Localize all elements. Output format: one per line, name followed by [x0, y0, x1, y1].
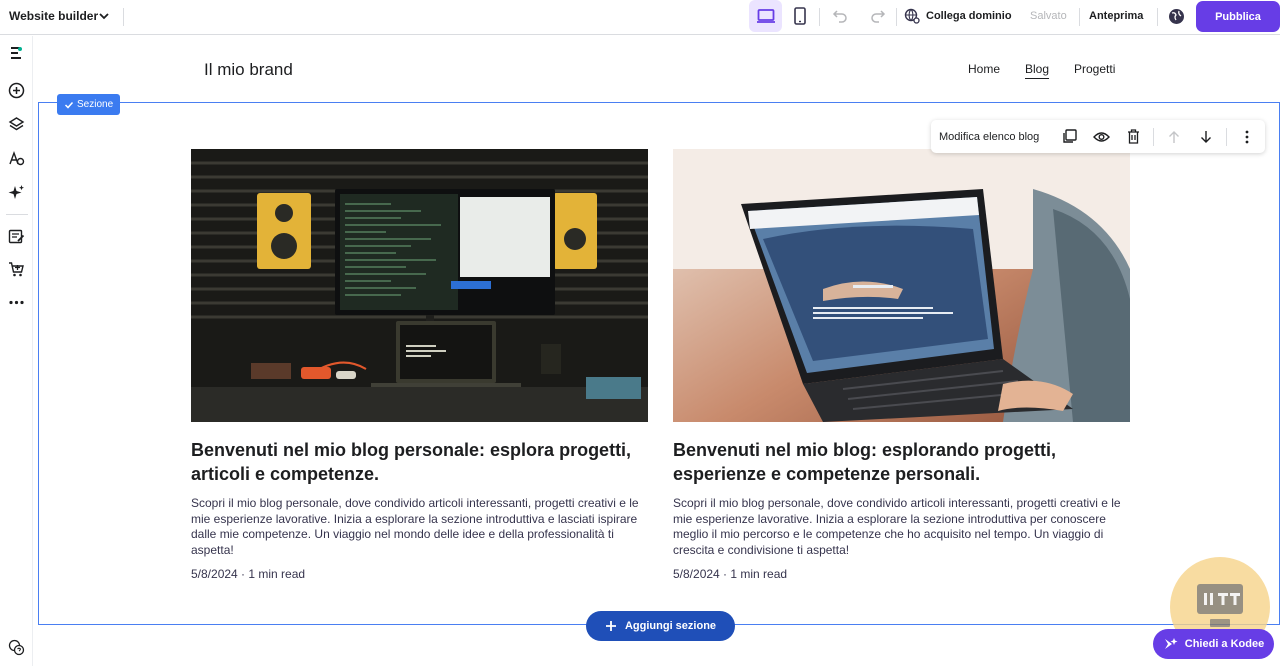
store-icon[interactable] [6, 259, 26, 279]
desktop-view-button[interactable] [749, 0, 782, 32]
styles-icon[interactable] [6, 148, 26, 168]
logo-icon[interactable] [6, 43, 26, 63]
editor-canvas: Il mio brand Home Blog Progetti Sezione [38, 36, 1280, 666]
globe-icon [1168, 8, 1184, 24]
connect-domain-label: Collega dominio [926, 10, 1012, 22]
connect-domain-button[interactable]: Collega dominio [904, 0, 1012, 32]
toolbar-divider [1226, 127, 1228, 146]
saved-status: Salvato [1030, 10, 1067, 22]
toolbar-divider [1079, 8, 1080, 26]
desktop-icon [756, 9, 775, 23]
toolbar-divider [1153, 127, 1155, 146]
toolbar-divider [819, 8, 820, 26]
section-badge-label: Sezione [77, 99, 114, 110]
arrow-up-icon[interactable] [1158, 120, 1190, 153]
more-vertical-icon[interactable] [1231, 120, 1263, 153]
add-section-label: Aggiungi sezione [624, 620, 717, 632]
help-icon[interactable] [6, 637, 26, 657]
app-title[interactable]: Website builder [9, 9, 98, 23]
ai-sparkle-icon[interactable] [6, 182, 26, 202]
publish-button[interactable]: Pubblica [1196, 1, 1280, 32]
preview-button[interactable]: Anteprima [1089, 0, 1143, 32]
undo-button[interactable] [826, 0, 854, 32]
blog-post-meta: 5/8/2024 · 1 min read [191, 567, 306, 581]
blog-icon[interactable] [6, 226, 26, 246]
toolbar-divider [896, 8, 897, 26]
globe-settings-icon [904, 8, 920, 24]
top-toolbar: Website builder Collega dominio Salvato … [0, 0, 1280, 35]
mobile-icon [794, 7, 806, 25]
eye-icon[interactable] [1085, 120, 1117, 153]
section-badge[interactable]: Sezione [57, 94, 121, 115]
blog-post-excerpt: Scopri il mio blog personale, dove condi… [673, 496, 1121, 557]
add-icon[interactable] [6, 80, 26, 100]
nav-blog[interactable]: Blog [1025, 62, 1049, 76]
blog-post-card[interactable]: Benvenuti nel mio blog: esplorando proge… [673, 149, 1130, 581]
redo-button[interactable] [864, 0, 892, 32]
blog-post-meta: 5/8/2024 · 1 min read [673, 567, 788, 581]
add-section-button[interactable]: Aggiungi sezione [586, 611, 735, 641]
blog-post-excerpt: Scopri il mio blog personale, dove condi… [191, 496, 639, 557]
toolbar-divider [1157, 8, 1158, 26]
ask-kodee-button[interactable]: Chiedi a Kodee [1153, 629, 1274, 659]
language-button[interactable] [1165, 0, 1187, 32]
blog-list-toolbar: Modifica elenco blog [931, 120, 1265, 153]
sidebar-separator [6, 214, 28, 215]
redo-icon [871, 10, 886, 23]
trash-icon[interactable] [1117, 120, 1149, 153]
blog-post-image[interactable] [191, 149, 648, 422]
nav-projects[interactable]: Progetti [1074, 62, 1115, 76]
toolbar-divider [123, 8, 124, 26]
undo-icon [832, 10, 847, 23]
more-icon[interactable] [6, 292, 26, 312]
blog-post-title[interactable]: Benvenuti nel mio blog: esplorando proge… [673, 438, 1130, 486]
edit-blog-list-button[interactable]: Modifica elenco blog [939, 131, 1039, 143]
chevron-down-icon[interactable] [97, 9, 111, 23]
blog-post-title[interactable]: Benvenuti nel mio blog personale: esplor… [191, 438, 648, 486]
plus-icon [605, 621, 616, 631]
mobile-view-button[interactable] [785, 0, 815, 32]
left-sidebar [0, 36, 33, 666]
ask-kodee-label: Chiedi a Kodee [1184, 638, 1265, 650]
blog-post-card[interactable]: Benvenuti nel mio blog personale: esplor… [191, 149, 648, 581]
arrow-down-icon[interactable] [1190, 120, 1222, 153]
kodee-icon [1164, 638, 1178, 649]
check-icon [64, 101, 74, 109]
duplicate-icon[interactable] [1053, 120, 1085, 153]
layers-icon[interactable] [6, 114, 26, 134]
site-brand[interactable]: Il mio brand [204, 60, 293, 80]
blog-post-image[interactable] [673, 149, 1130, 422]
nav-home[interactable]: Home [968, 62, 1000, 76]
